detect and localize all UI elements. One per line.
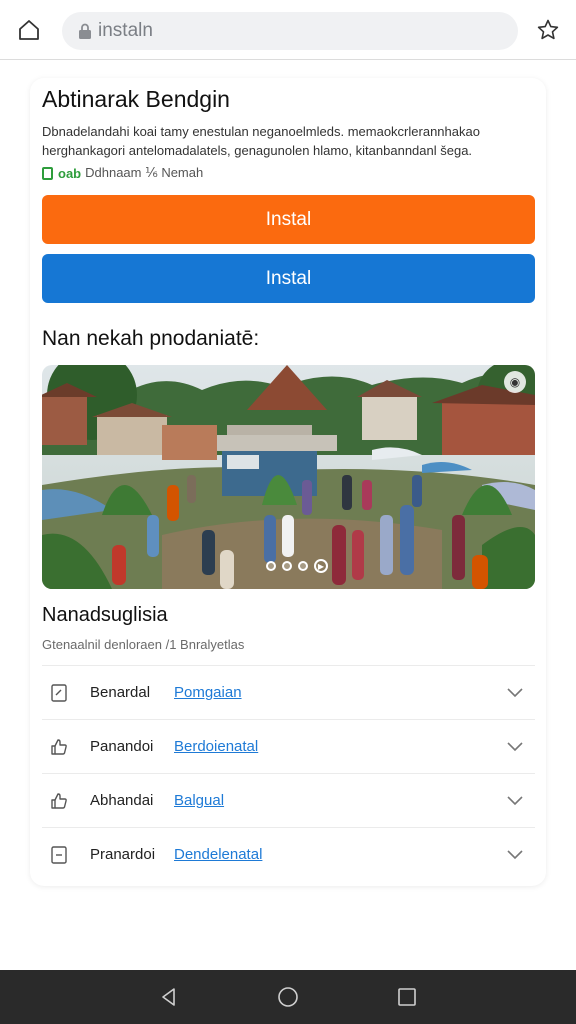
star-icon[interactable] (533, 15, 563, 45)
thumbs-up-icon (50, 738, 68, 756)
rating-strong: oab (58, 165, 82, 181)
thumbs-up-icon (50, 792, 68, 810)
app-title: Abtinarak Bendgin (42, 86, 230, 112)
list-item[interactable]: Panandoi Berdoienatal (42, 719, 535, 773)
address-bar[interactable]: instaln (62, 12, 518, 50)
system-navigation-bar (0, 970, 576, 1024)
village-market-photo[interactable]: ▶ ◉ (42, 365, 535, 589)
carousel-indicator[interactable]: ▶ (266, 559, 328, 573)
recents-icon[interactable] (395, 985, 419, 1009)
minus-box-icon (50, 845, 68, 864)
play-icon[interactable]: ▶ (314, 559, 328, 573)
gallery-title: Nan nekah pnodaniatē: (42, 327, 260, 350)
list-item-link[interactable]: Dendelenatal (174, 846, 262, 863)
install-primary-button[interactable]: Instal (42, 195, 535, 244)
details-list: Benardal Pomgaian Panandoi Berdoienatal … (42, 665, 535, 881)
home-icon[interactable] (14, 15, 44, 45)
install-secondary-button[interactable]: Instal (42, 254, 535, 303)
list-item-label: Benardal (90, 684, 151, 701)
list-item-link[interactable]: Pomgaian (174, 684, 242, 701)
list-item[interactable]: Abhandai Balgual (42, 773, 535, 827)
carousel-dot[interactable] (282, 561, 292, 571)
list-item-label: Abhandai (90, 792, 154, 809)
lock-icon (76, 22, 94, 40)
rating-icon (42, 166, 53, 180)
chevron-down-icon[interactable] (505, 683, 525, 703)
carousel-dot[interactable] (298, 561, 308, 571)
rating-text: Ddhnaam ⅙ Nemah (85, 165, 204, 180)
chevron-down-icon[interactable] (505, 845, 525, 865)
carousel-dot[interactable] (266, 561, 276, 571)
list-item-link[interactable]: Balgual (174, 792, 224, 809)
browser-toolbar: instaln (0, 0, 576, 60)
chevron-down-icon[interactable] (505, 737, 525, 757)
chevron-down-icon[interactable] (505, 791, 525, 811)
list-item-link[interactable]: Berdoienatal (174, 738, 258, 755)
home-circle-icon[interactable] (276, 985, 300, 1009)
list-item-label: Pranardoi (90, 846, 156, 863)
document-icon (50, 683, 68, 702)
rating-row: oab Ddhnaam ⅙ Nemah (42, 165, 203, 181)
list-item[interactable]: Pranardoi Dendelenatal (42, 827, 535, 881)
url-text: instaln (98, 20, 153, 41)
details-meta: Gtenaalnil denloraen /1 Bnralyetlas (42, 637, 245, 652)
back-icon[interactable] (157, 985, 181, 1009)
details-title: Nanadsuglisia (42, 604, 168, 626)
app-description: Dbnadelandahi koai tamy enestulan negano… (42, 124, 480, 158)
badge-icon[interactable]: ◉ (504, 371, 526, 393)
list-item[interactable]: Benardal Pomgaian (42, 665, 535, 719)
list-item-label: Panandoi (90, 738, 154, 755)
app-card: Abtinarak Bendgin Dbnadelandahi koai tam… (30, 78, 546, 886)
